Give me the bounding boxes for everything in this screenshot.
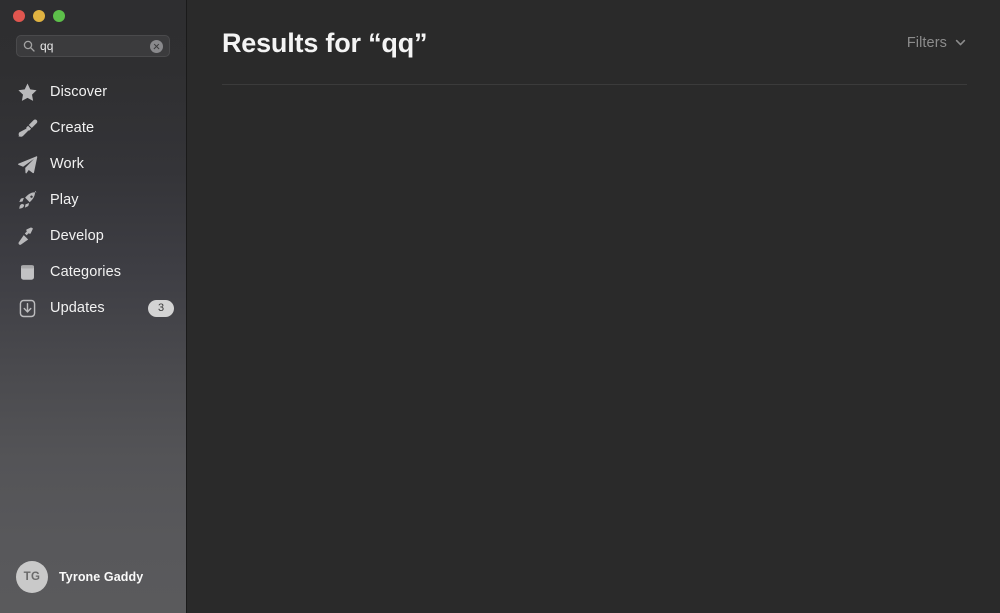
- page-title: Results for “qq”: [222, 27, 428, 58]
- search-container: qq: [0, 28, 186, 57]
- zoom-button[interactable]: [53, 10, 65, 22]
- sidebar-item-label: Create: [50, 120, 95, 136]
- search-results-area: [187, 85, 1000, 613]
- sidebar-item-develop[interactable]: Develop: [0, 218, 186, 254]
- search-icon: [23, 40, 35, 52]
- search-input[interactable]: qq: [40, 39, 150, 53]
- app-window: qq Discover Create Work Play Develop Cat…: [0, 0, 1000, 613]
- download-icon: [14, 297, 40, 319]
- sidebar-item-discover[interactable]: Discover: [0, 74, 186, 110]
- sidebar-item-work[interactable]: Work: [0, 146, 186, 182]
- chevron-down-icon: [954, 36, 967, 49]
- clear-icon[interactable]: [150, 39, 163, 53]
- hammer-icon: [14, 225, 40, 247]
- window-controls: [0, 0, 186, 28]
- main-content: Results for “qq” Filters: [187, 0, 1000, 613]
- avatar: TG: [16, 561, 48, 593]
- sidebar-item-label: Discover: [50, 84, 108, 100]
- sidebar-item-label: Work: [50, 156, 84, 172]
- sidebar-item-play[interactable]: Play: [0, 182, 186, 218]
- sidebar-nav: Discover Create Work Play Develop Catego…: [0, 74, 186, 326]
- sidebar-item-label: Play: [50, 192, 79, 208]
- paintbrush-icon: [14, 117, 40, 139]
- star-icon: [14, 81, 40, 103]
- filters-button[interactable]: Filters: [907, 34, 967, 52]
- filters-label: Filters: [906, 34, 947, 51]
- rocket-icon: [14, 189, 40, 211]
- search-field[interactable]: qq: [16, 35, 170, 57]
- sidebar-item-label: Updates: [50, 300, 105, 316]
- minimize-button[interactable]: [33, 10, 45, 22]
- sidebar-item-categories[interactable]: Categories: [0, 254, 186, 290]
- account-row[interactable]: TG Tyrone Gaddy: [0, 561, 186, 613]
- grid-icon: [14, 261, 40, 283]
- close-button[interactable]: [13, 10, 25, 22]
- content-header: Results for “qq” Filters: [187, 0, 1000, 85]
- sidebar-item-label: Develop: [50, 228, 104, 244]
- sidebar-item-updates[interactable]: Updates 3: [0, 290, 186, 326]
- status-badge: 3: [148, 299, 174, 317]
- sidebar-item-create[interactable]: Create: [0, 110, 186, 146]
- account-name: Tyrone Gaddy: [59, 570, 144, 584]
- sidebar-item-label: Categories: [50, 264, 122, 280]
- paper-plane-icon: [14, 153, 40, 175]
- sidebar: qq Discover Create Work Play Develop Cat…: [0, 0, 187, 613]
